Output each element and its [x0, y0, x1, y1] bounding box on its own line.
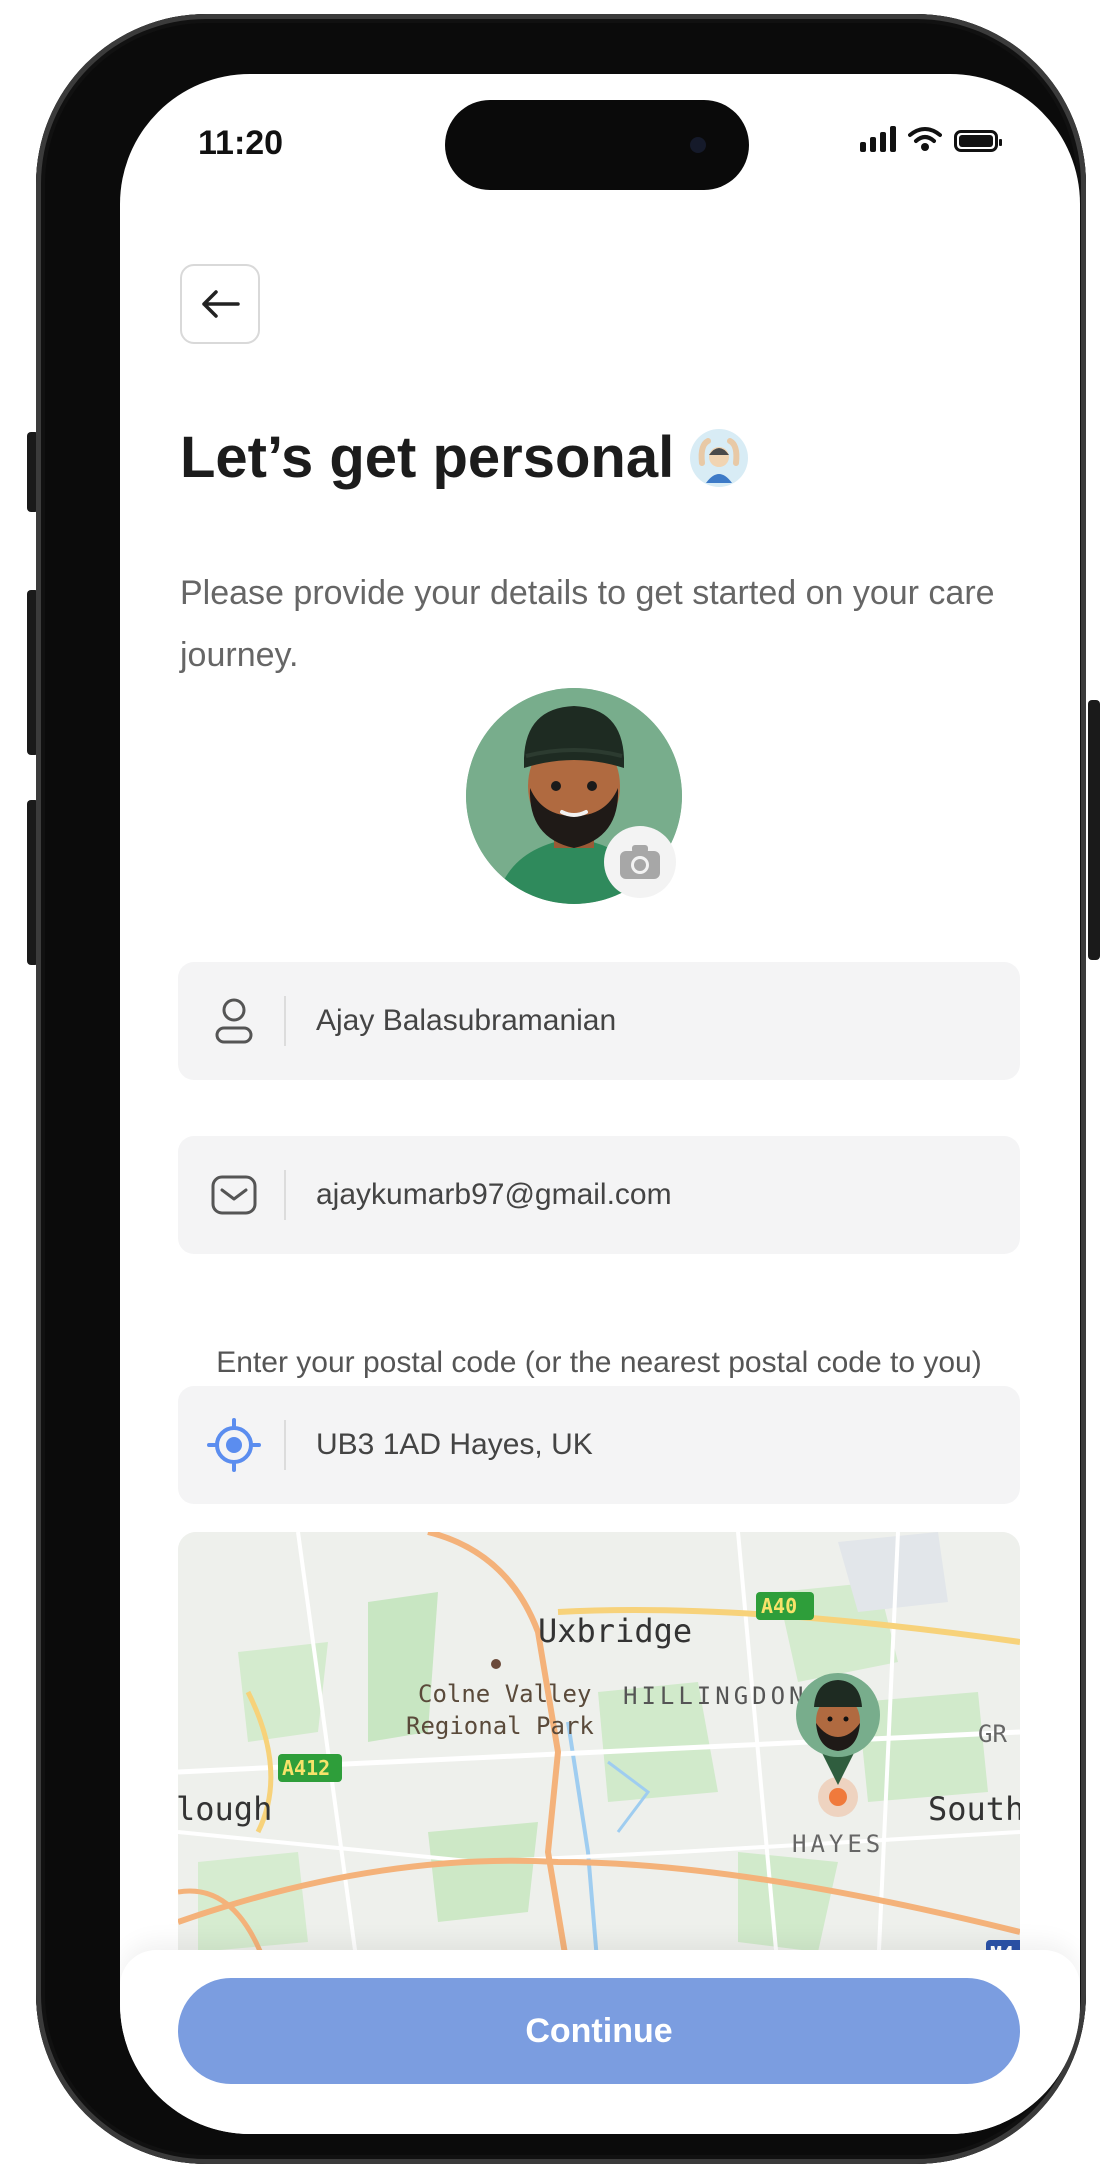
front-camera	[690, 137, 706, 153]
page-title-text: Let’s get personal	[180, 425, 675, 490]
raising-hands-emoji-icon	[690, 428, 749, 487]
map-label-hayes: HAYES	[792, 1830, 885, 1858]
wifi-icon	[908, 127, 942, 151]
status-time: 11:20	[198, 124, 284, 162]
map-label-slough: lough	[178, 1790, 273, 1828]
postal-code-field[interactable]: UB3 1AD Hayes, UK	[178, 1386, 1020, 1504]
profile-avatar[interactable]	[466, 688, 682, 904]
map-label-gr: GR	[978, 1720, 1007, 1748]
person-icon	[206, 993, 262, 1049]
email-value: ajaykumarb97@gmail.com	[316, 1178, 672, 1211]
field-divider	[284, 996, 286, 1046]
change-photo-button[interactable]	[604, 826, 676, 898]
field-divider	[284, 1420, 286, 1470]
postal-code-value: UB3 1AD Hayes, UK	[316, 1428, 593, 1461]
email-field[interactable]: ajaykumarb97@gmail.com	[178, 1136, 1020, 1254]
map-label-regional-park: Regional Park	[406, 1712, 594, 1740]
map-pin-icon[interactable]	[778, 1667, 898, 1817]
name-field[interactable]: Ajay Balasubramanian	[178, 962, 1020, 1080]
map-label-colne-valley: Colne Valley	[418, 1680, 592, 1708]
status-icons	[860, 126, 1002, 152]
page-title: Let’s get personal	[180, 424, 749, 491]
phone-frame: 11:20 Let’s get personal Please provide …	[36, 14, 1086, 2164]
power-button	[1088, 700, 1100, 960]
map-road-a412: A412	[282, 1756, 331, 1780]
dynamic-island	[445, 100, 749, 190]
mail-icon	[206, 1167, 262, 1223]
page-subtitle: Please provide your details to get start…	[180, 574, 995, 674]
map-label-uxbridge: Uxbridge	[538, 1612, 693, 1650]
signal-icon	[860, 126, 896, 152]
location-map[interactable]: A40 A412 M4 Uxbridge HILLINGDON Colne Va…	[178, 1532, 1020, 1972]
battery-icon	[954, 130, 1002, 152]
back-button[interactable]	[180, 264, 260, 344]
postal-code-label: Enter your postal code (or the nearest p…	[216, 1346, 982, 1379]
back-arrow-icon	[202, 290, 240, 318]
continue-button[interactable]: Continue	[178, 1978, 1020, 2084]
camera-icon	[620, 845, 660, 879]
bottom-action-bar: Continue	[120, 1950, 1080, 2134]
map-road-a40: A40	[761, 1594, 798, 1618]
screen: 11:20 Let’s get personal Please provide …	[120, 74, 1080, 2134]
location-target-icon[interactable]	[206, 1417, 262, 1473]
field-divider	[284, 1170, 286, 1220]
map-label-south: South	[928, 1790, 1020, 1828]
name-value: Ajay Balasubramanian	[316, 1004, 617, 1037]
